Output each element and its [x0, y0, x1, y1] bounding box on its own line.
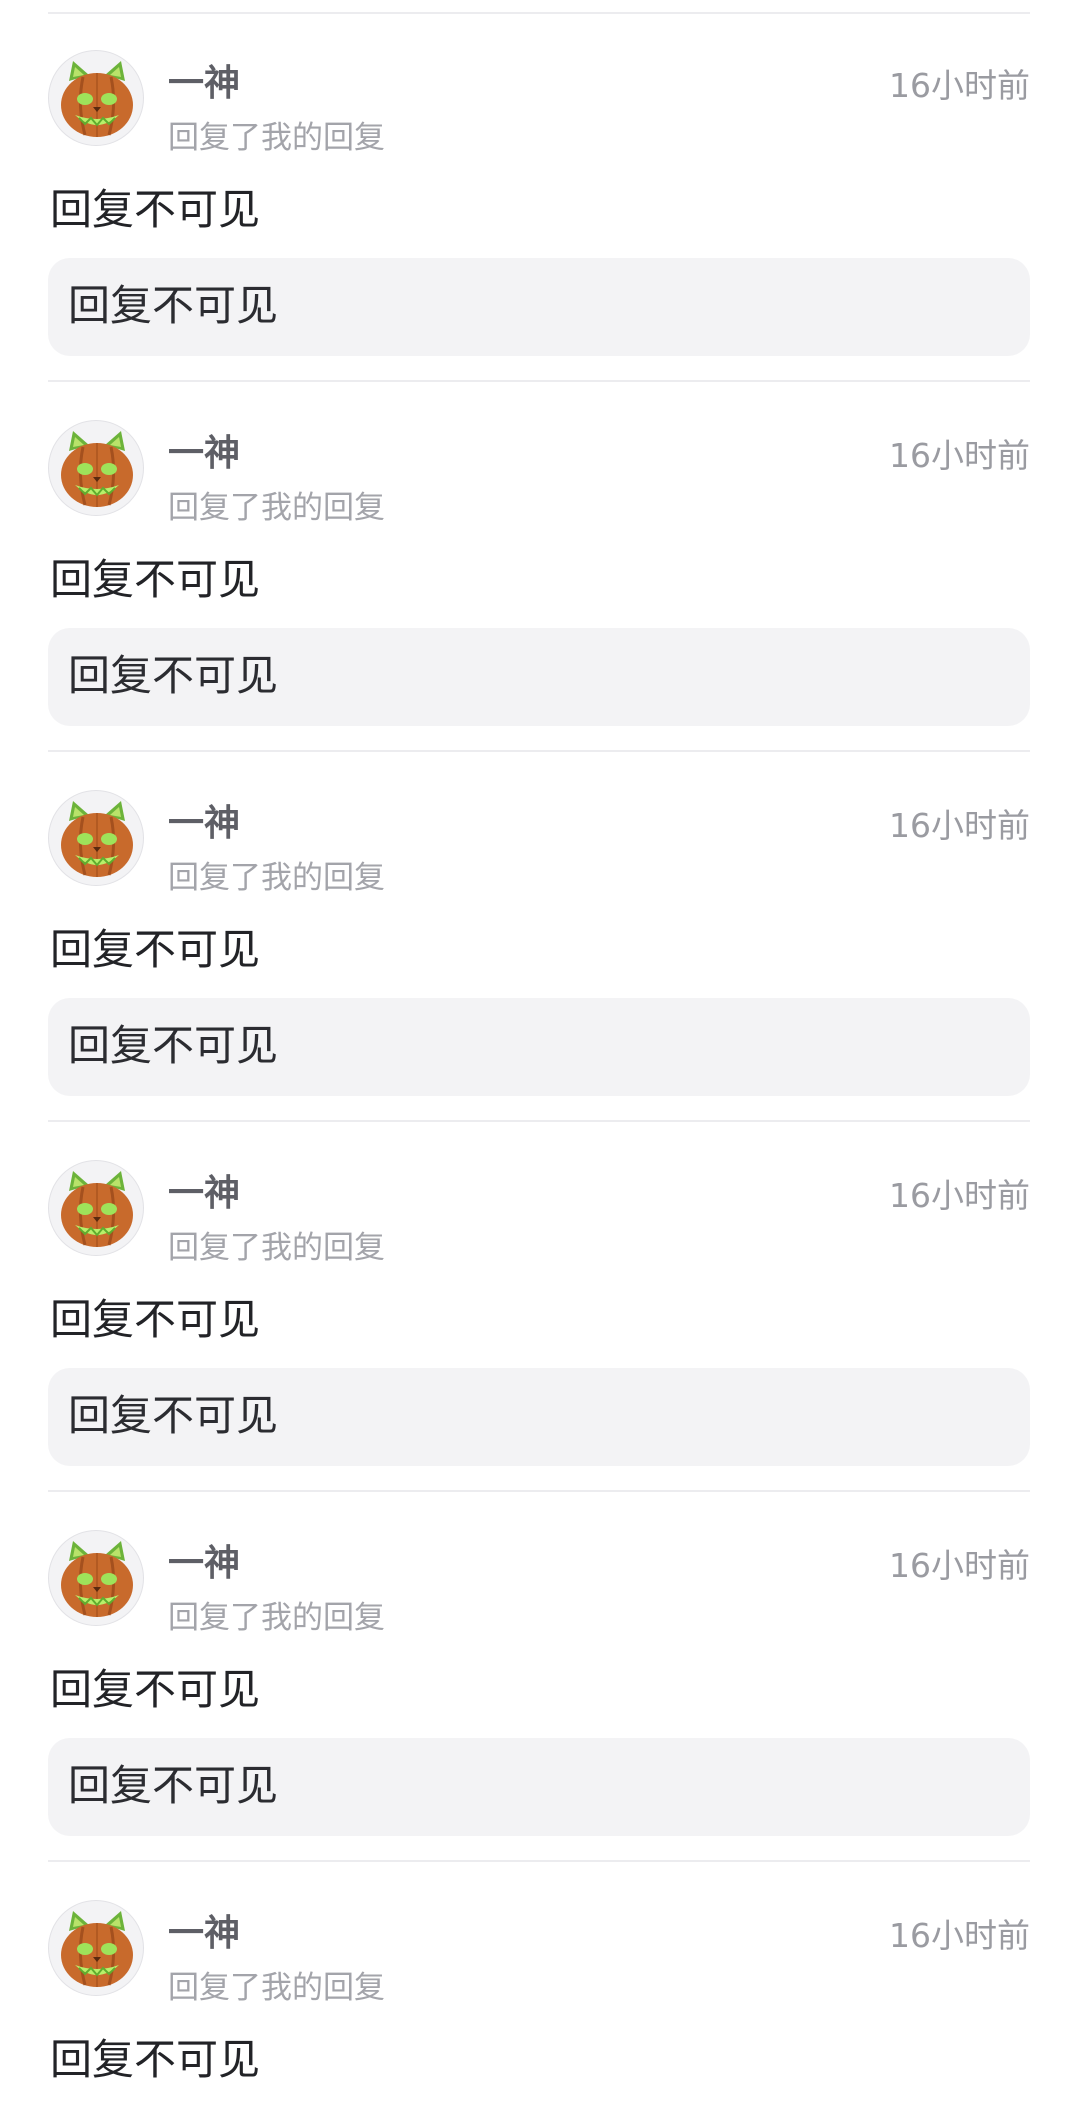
quoted-reply-text: 回复不可见	[68, 1021, 279, 1070]
reply-text[interactable]: 回复不可见	[50, 2032, 260, 2088]
reply-text[interactable]: 回复不可见	[50, 552, 260, 608]
action-text: 回复了我的回复	[168, 120, 385, 156]
pumpkin-cat-icon	[61, 1171, 133, 1247]
reply-text[interactable]: 回复不可见	[50, 922, 260, 978]
notification-item[interactable]: 一神 16小时前 回复了我的回复 回复不可见	[0, 1862, 1080, 2102]
action-text: 回复了我的回复	[168, 860, 385, 896]
pumpkin-cat-icon	[61, 431, 133, 507]
notification-item[interactable]: 一神 16小时前 回复了我的回复 回复不可见 回复不可见	[0, 752, 1080, 1122]
reply-text[interactable]: 回复不可见	[50, 182, 260, 238]
avatar[interactable]	[48, 1160, 144, 1256]
action-text: 回复了我的回复	[168, 1970, 385, 2006]
user-name[interactable]: 一神	[168, 1542, 240, 1586]
quoted-reply-text: 回复不可见	[68, 651, 279, 700]
action-text: 回复了我的回复	[168, 1230, 385, 1266]
action-text: 回复了我的回复	[168, 1600, 385, 1636]
quoted-reply-text: 回复不可见	[68, 281, 279, 330]
timestamp: 16小时前	[889, 66, 1030, 105]
pumpkin-cat-icon	[61, 1541, 133, 1617]
user-name[interactable]: 一神	[168, 432, 240, 476]
quoted-reply-box[interactable]: 回复不可见	[48, 258, 1030, 356]
timestamp: 16小时前	[889, 436, 1030, 475]
quoted-reply-box[interactable]: 回复不可见	[48, 998, 1030, 1096]
notification-item[interactable]: 一神 16小时前 回复了我的回复 回复不可见 回复不可见	[0, 382, 1080, 752]
user-name[interactable]: 一神	[168, 1912, 240, 1956]
avatar[interactable]	[48, 790, 144, 886]
pumpkin-cat-icon	[61, 61, 133, 137]
quoted-reply-box[interactable]: 回复不可见	[48, 1738, 1030, 1836]
notification-item[interactable]: 一神 16小时前 回复了我的回复 回复不可见 回复不可见	[0, 1122, 1080, 1492]
avatar[interactable]	[48, 420, 144, 516]
reply-text[interactable]: 回复不可见	[50, 1292, 260, 1348]
user-name[interactable]: 一神	[168, 802, 240, 846]
pumpkin-cat-icon	[61, 801, 133, 877]
avatar[interactable]	[48, 50, 144, 146]
quoted-reply-text: 回复不可见	[68, 1761, 279, 1810]
timestamp: 16小时前	[889, 1916, 1030, 1955]
timestamp: 16小时前	[889, 1176, 1030, 1215]
reply-text[interactable]: 回复不可见	[50, 1662, 260, 1718]
notification-item[interactable]: 一神 16小时前 回复了我的回复 回复不可见 回复不可见	[0, 1492, 1080, 1862]
notification-item[interactable]: 一神 16小时前 回复了我的回复 回复不可见 回复不可见	[0, 12, 1080, 382]
avatar[interactable]	[48, 1530, 144, 1626]
quoted-reply-text: 回复不可见	[68, 1391, 279, 1440]
action-text: 回复了我的回复	[168, 490, 385, 526]
quoted-reply-box[interactable]: 回复不可见	[48, 1368, 1030, 1466]
pumpkin-cat-icon	[61, 1911, 133, 1987]
quoted-reply-box[interactable]: 回复不可见	[48, 628, 1030, 726]
timestamp: 16小时前	[889, 1546, 1030, 1585]
avatar[interactable]	[48, 1900, 144, 1996]
user-name[interactable]: 一神	[168, 62, 240, 106]
timestamp: 16小时前	[889, 806, 1030, 845]
user-name[interactable]: 一神	[168, 1172, 240, 1216]
